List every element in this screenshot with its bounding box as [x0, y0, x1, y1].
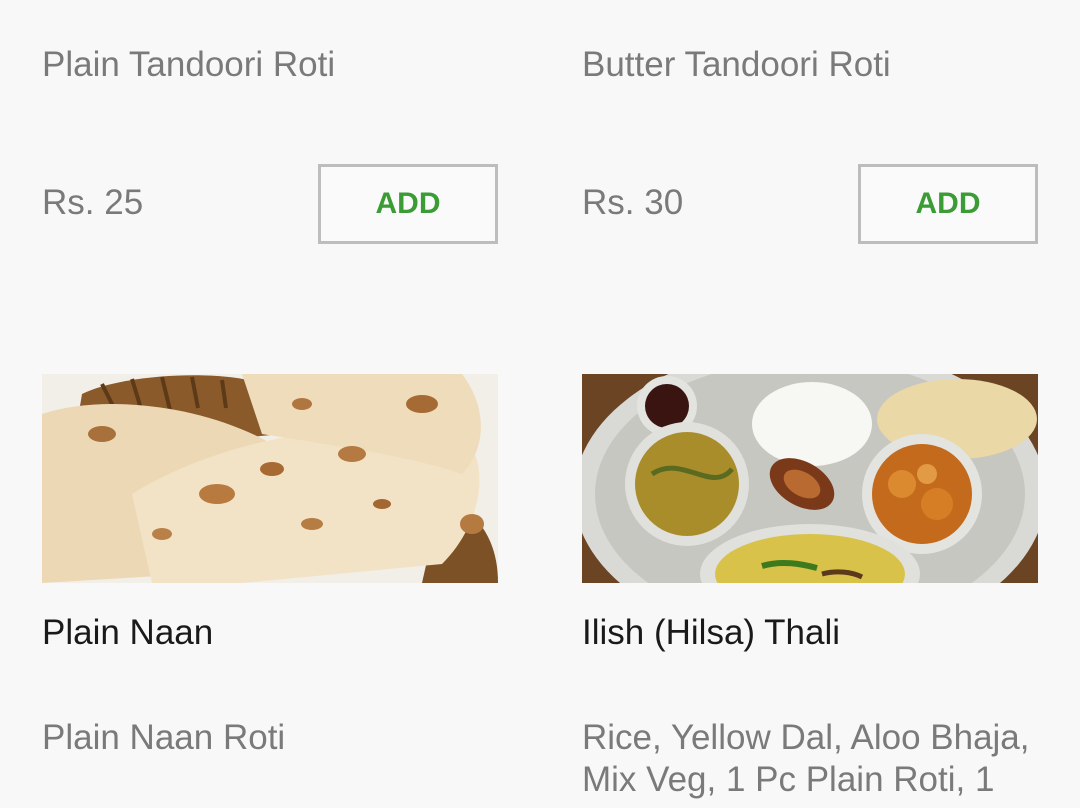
- item-description: Plain Tandoori Roti: [42, 45, 336, 84]
- menu-item-card: Plain Tandoori Roti Rs. 25 ADD Plain Naa…: [42, 0, 498, 808]
- thali-illustration: [582, 374, 1038, 583]
- item-description: Butter Tandoori Roti: [582, 45, 891, 84]
- item-description: Rice, Yellow Dal, Aloo Bhaja, Mix Veg, 1…: [582, 718, 1030, 799]
- item-price: Rs. 30: [582, 183, 684, 222]
- item-description: Plain Naan Roti: [42, 718, 286, 757]
- menu-item-card: Butter Tandoori Roti Rs. 30 ADD Ilish (H…: [582, 0, 1038, 808]
- item-name: Plain Naan: [42, 613, 214, 652]
- item-price: Rs. 25: [42, 183, 144, 222]
- add-button[interactable]: ADD: [858, 164, 1038, 244]
- naan-illustration: [42, 374, 498, 583]
- add-button[interactable]: ADD: [318, 164, 498, 244]
- ilish-thali-image: [582, 374, 1038, 583]
- plain-naan-image: [42, 374, 498, 583]
- item-name: Ilish (Hilsa) Thali: [582, 613, 841, 652]
